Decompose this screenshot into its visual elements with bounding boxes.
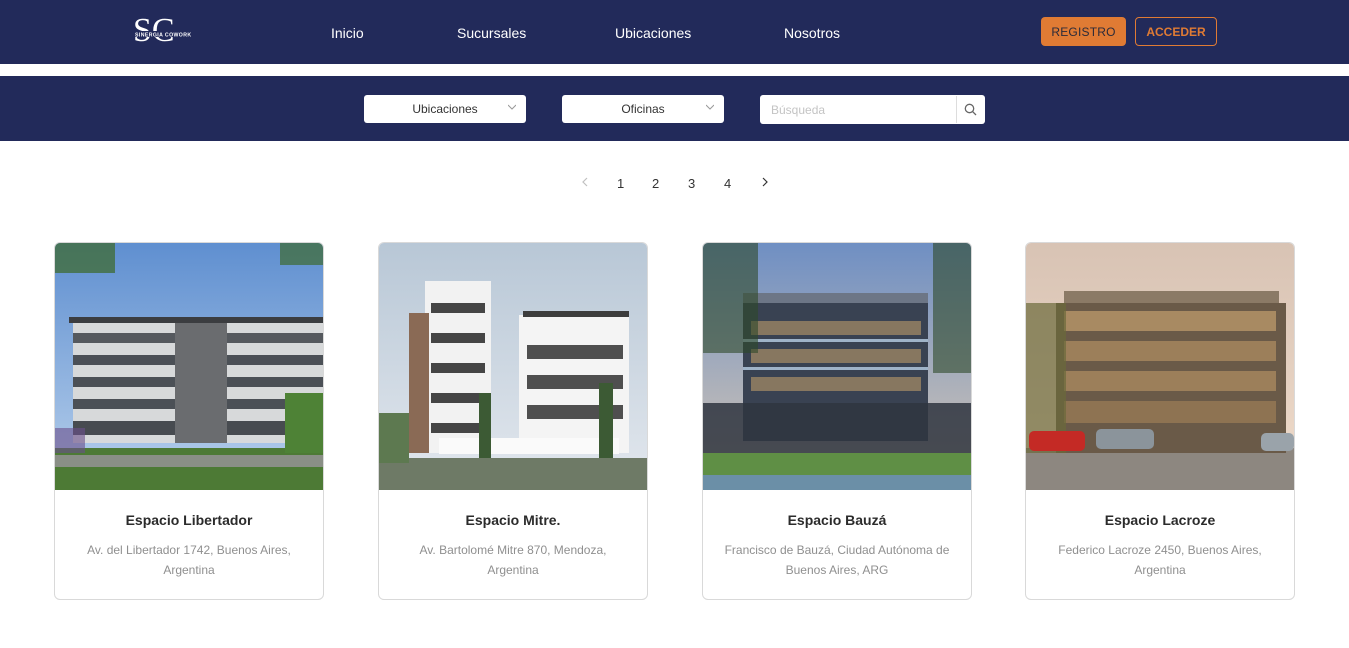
page-link-1[interactable]: 1 (617, 176, 624, 191)
property-photo (1026, 243, 1294, 490)
chevron-right-icon[interactable] (760, 175, 770, 189)
property-address: Av. del Libertador 1742, Buenos Aires, A… (87, 543, 291, 577)
property-photo (703, 243, 971, 490)
filter-bar: Ubicaciones Oficinas (0, 76, 1349, 141)
property-title: Espacio Bauzá (787, 512, 887, 528)
oficinas-select-label: Oficinas (621, 102, 665, 116)
chevron-down-icon (706, 104, 714, 110)
property-title: Espacio Lacroze (1104, 512, 1216, 528)
page-link-4[interactable]: 4 (724, 176, 731, 191)
oficinas-select[interactable]: Oficinas (562, 95, 724, 123)
property-address: Federico Lacroze 2450, Buenos Aires, Arg… (1058, 543, 1262, 577)
nav-link-ubicaciones[interactable]: Ubicaciones (615, 25, 691, 41)
nav-link-inicio[interactable]: Inicio (331, 25, 364, 41)
property-title: Espacio Mitre. (465, 512, 561, 528)
property-card[interactable]: Espacio Lacroze Federico Lacroze 2450, B… (1025, 242, 1295, 600)
logo-letters: SC (133, 12, 175, 49)
top-navbar: SC SINERGIA COWORK Inicio Sucursales Ubi… (0, 0, 1349, 64)
logo-subtext: SINERGIA COWORK (135, 33, 192, 39)
search-input[interactable] (760, 95, 956, 124)
acceder-button[interactable]: ACCEDER (1135, 17, 1217, 46)
page-link-3[interactable]: 3 (688, 176, 695, 191)
search-box (760, 95, 985, 124)
nav-link-sucursales[interactable]: Sucursales (457, 25, 526, 41)
property-card[interactable]: Espacio Bauzá Francisco de Bauzá, Ciudad… (702, 242, 972, 600)
nav-link-nosotros[interactable]: Nosotros (784, 25, 840, 41)
ubicaciones-select[interactable]: Ubicaciones (364, 95, 526, 123)
property-address: Francisco de Bauzá, Ciudad Autónoma de B… (724, 543, 950, 577)
search-button[interactable] (956, 96, 984, 123)
header-separator (0, 64, 1349, 76)
brand-logo[interactable]: SC SINERGIA COWORK (131, 12, 197, 52)
ubicaciones-select-label: Ubicaciones (412, 102, 478, 116)
search-icon (964, 103, 977, 116)
property-title: Espacio Libertador (125, 512, 253, 528)
property-card[interactable]: Espacio Mitre. Av. Bartolomé Mitre 870, … (378, 242, 648, 600)
property-photo (55, 243, 323, 490)
property-card[interactable]: Espacio Libertador Av. del Libertador 17… (54, 242, 324, 600)
property-address: Av. Bartolomé Mitre 870, Mendoza, Argent… (419, 543, 607, 577)
property-photo (379, 243, 647, 490)
chevron-down-icon (508, 104, 516, 110)
chevron-left-icon[interactable] (580, 175, 590, 189)
page-link-2[interactable]: 2 (652, 176, 659, 191)
registro-button[interactable]: REGISTRO (1041, 17, 1126, 46)
